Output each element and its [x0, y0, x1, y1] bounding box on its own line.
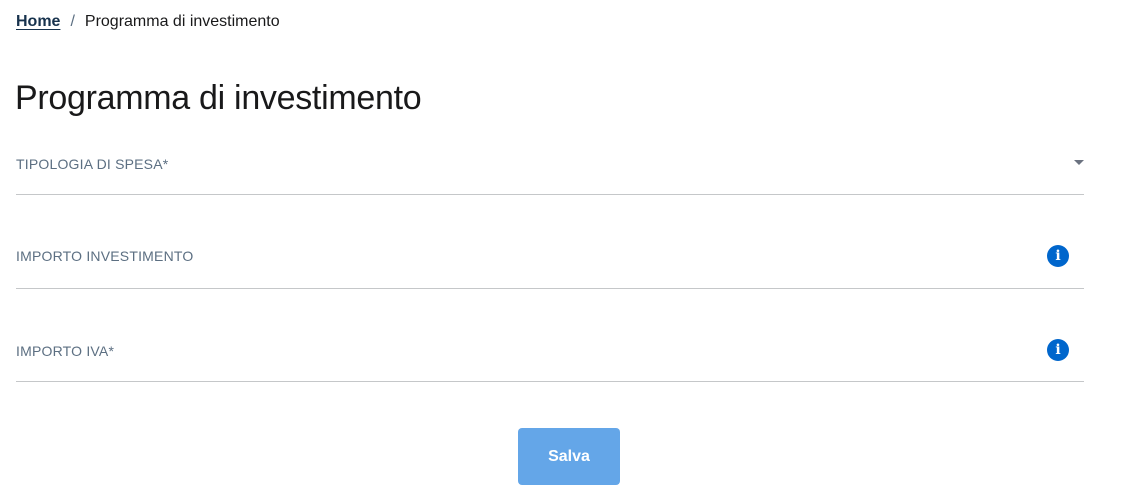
- breadcrumb: Home / Programma di investimento: [16, 10, 280, 34]
- info-icon[interactable]: i: [1047, 339, 1069, 361]
- info-icon[interactable]: i: [1047, 245, 1069, 267]
- breadcrumb-current: Programma di investimento: [84, 13, 280, 30]
- breadcrumb-separator: /: [70, 13, 75, 30]
- importo-iva-field[interactable]: IMPORTO IVA* i: [16, 325, 1084, 382]
- importo-investimento-label: IMPORTO INVESTIMENTO: [16, 248, 194, 264]
- importo-iva-label: IMPORTO IVA*: [16, 343, 115, 359]
- importo-investimento-field[interactable]: IMPORTO INVESTIMENTO i: [16, 230, 1084, 289]
- breadcrumb-home-link[interactable]: Home: [16, 10, 60, 34]
- save-button[interactable]: Salva: [518, 428, 620, 485]
- chevron-down-icon[interactable]: [1074, 160, 1084, 165]
- tipologia-spesa-select[interactable]: TIPOLOGIA DI SPESA*: [16, 140, 1084, 195]
- tipologia-spesa-label: TIPOLOGIA DI SPESA*: [16, 156, 169, 172]
- page-title: Programma di investimento: [15, 79, 422, 117]
